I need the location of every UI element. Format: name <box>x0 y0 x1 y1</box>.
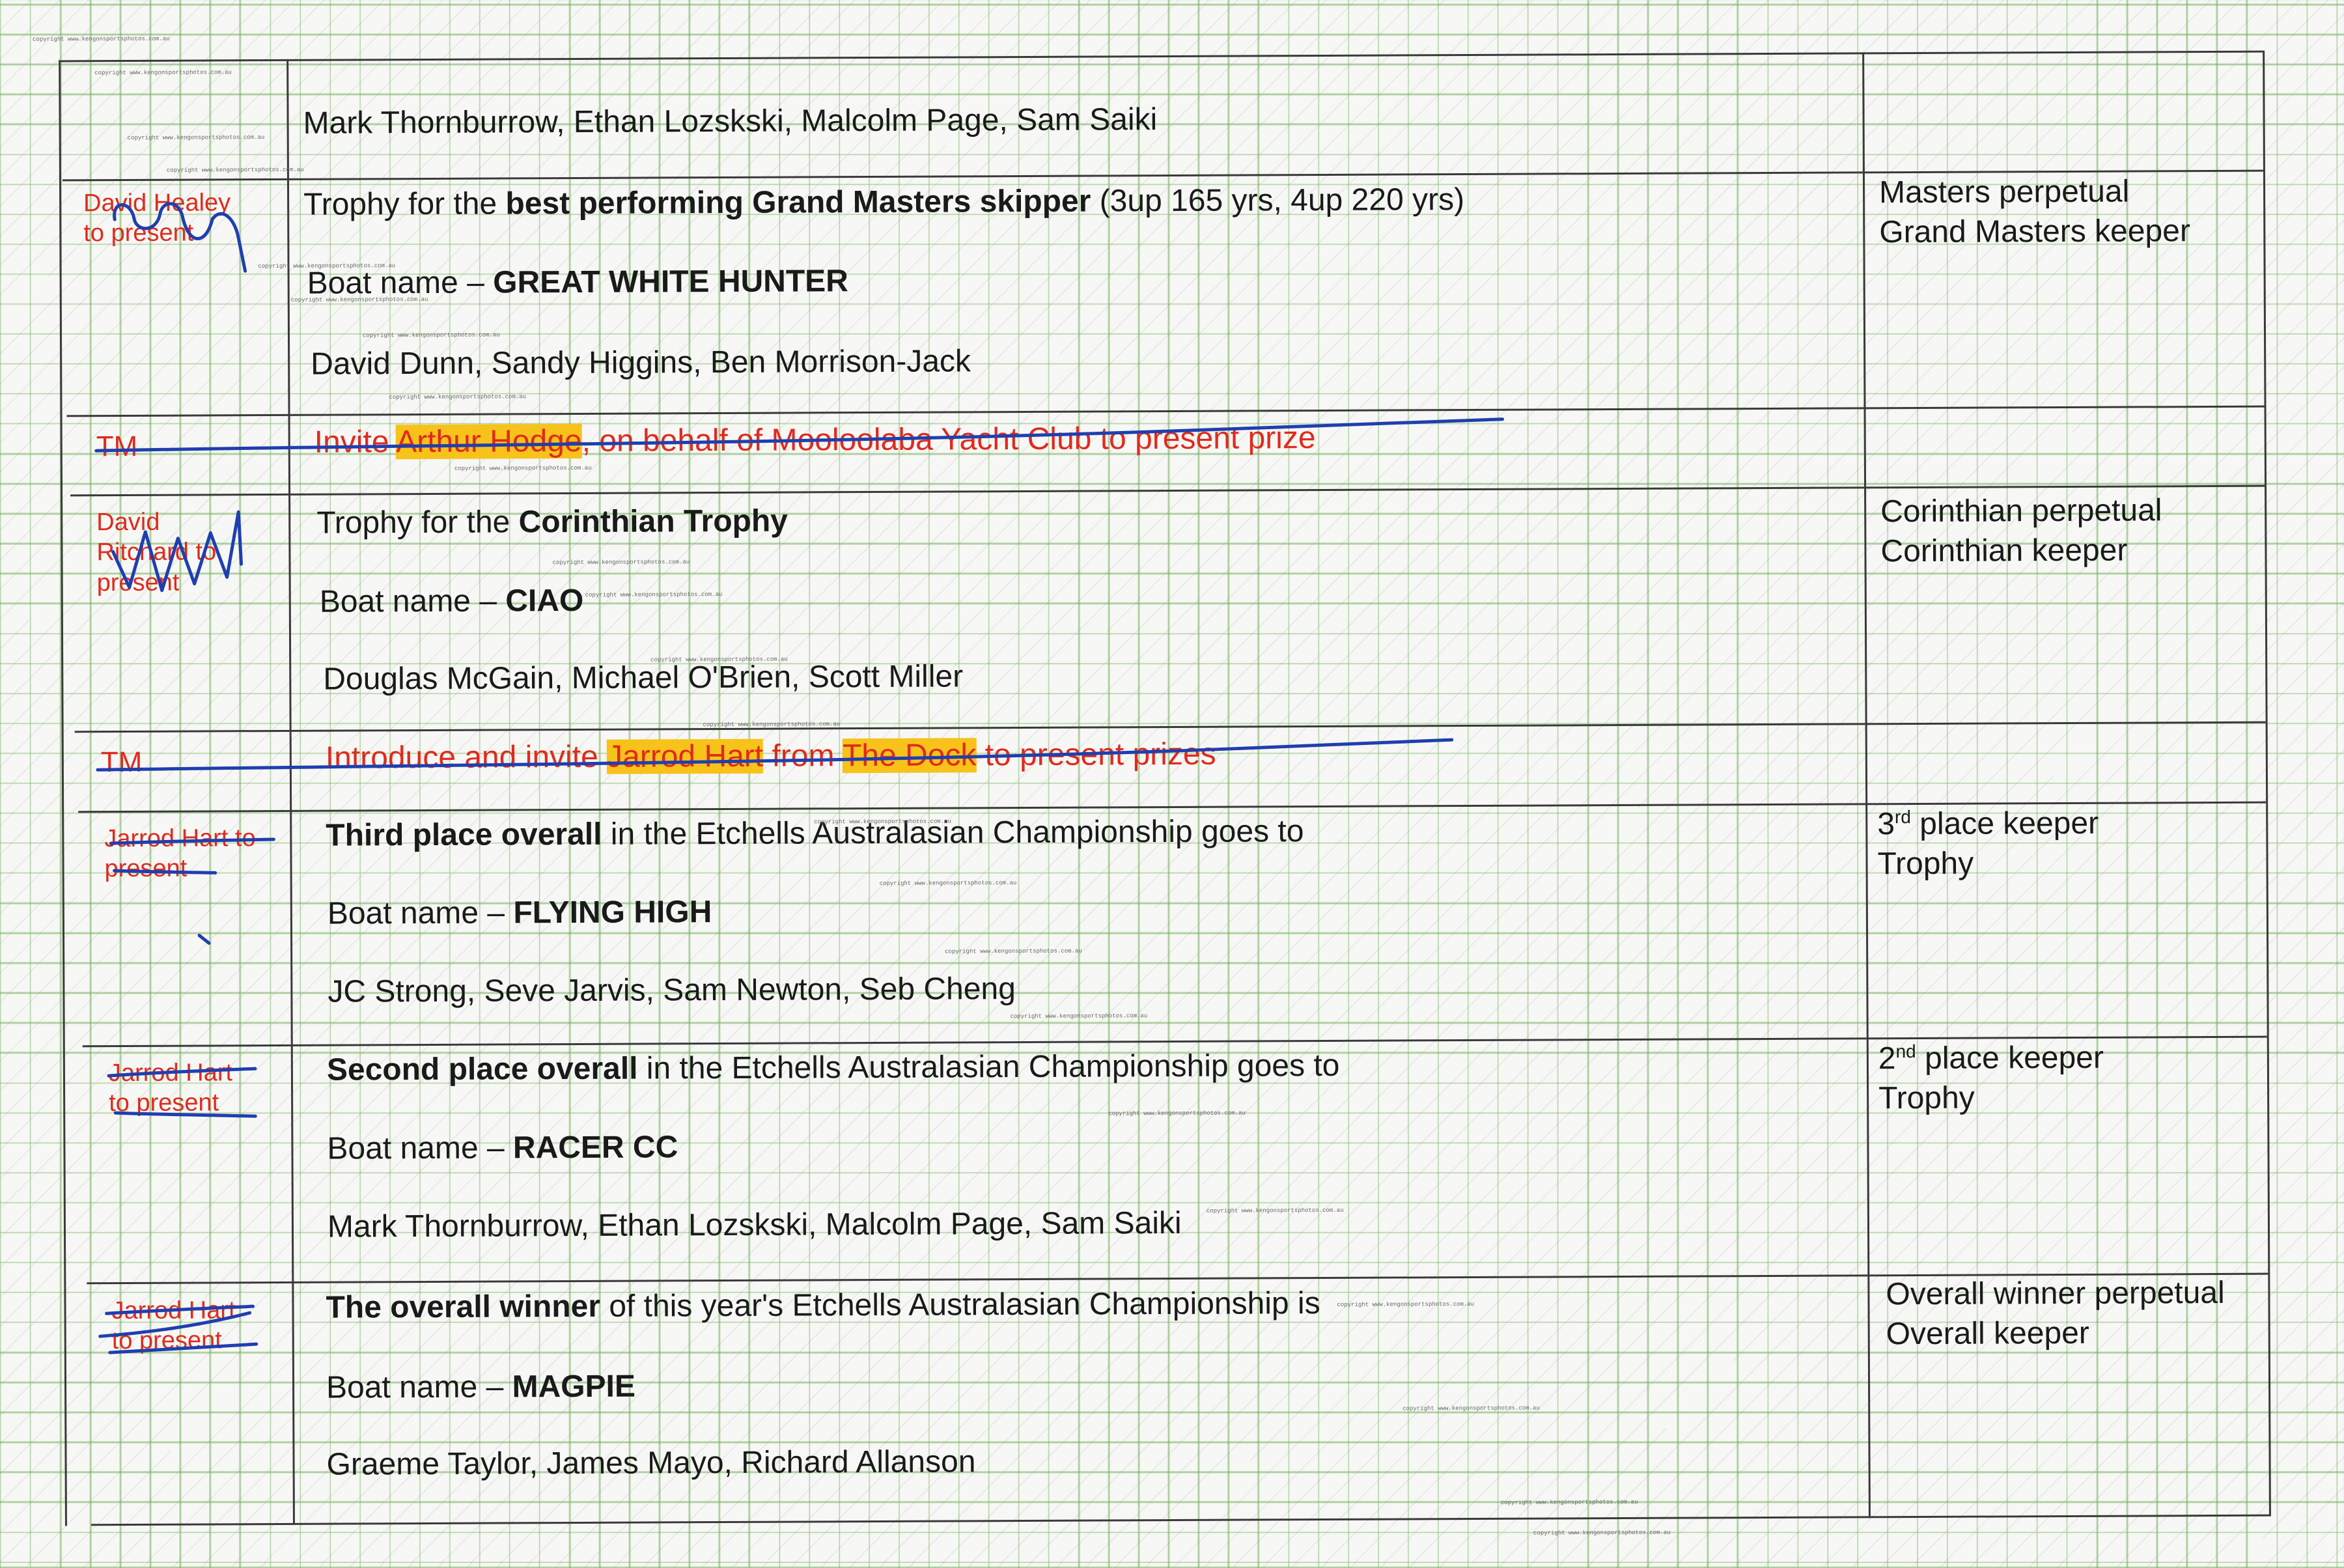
strike-line <box>113 869 217 875</box>
strike-line <box>105 1304 255 1315</box>
pen-annotations <box>94 202 1505 1354</box>
strike-line <box>109 837 275 845</box>
strike-line <box>96 738 1454 772</box>
scribble-mark <box>113 202 247 273</box>
strike-line <box>107 1067 257 1078</box>
strike-line <box>94 417 1505 453</box>
awards-run-sheet: Mark Thornburrow, Ethan Lozskski, Malcol… <box>0 0 2344 1568</box>
strike-line <box>108 1342 258 1354</box>
scribble-mark <box>111 510 244 593</box>
strike-line <box>98 1311 252 1338</box>
strike-line <box>113 1111 257 1118</box>
pen-tick <box>197 934 211 945</box>
